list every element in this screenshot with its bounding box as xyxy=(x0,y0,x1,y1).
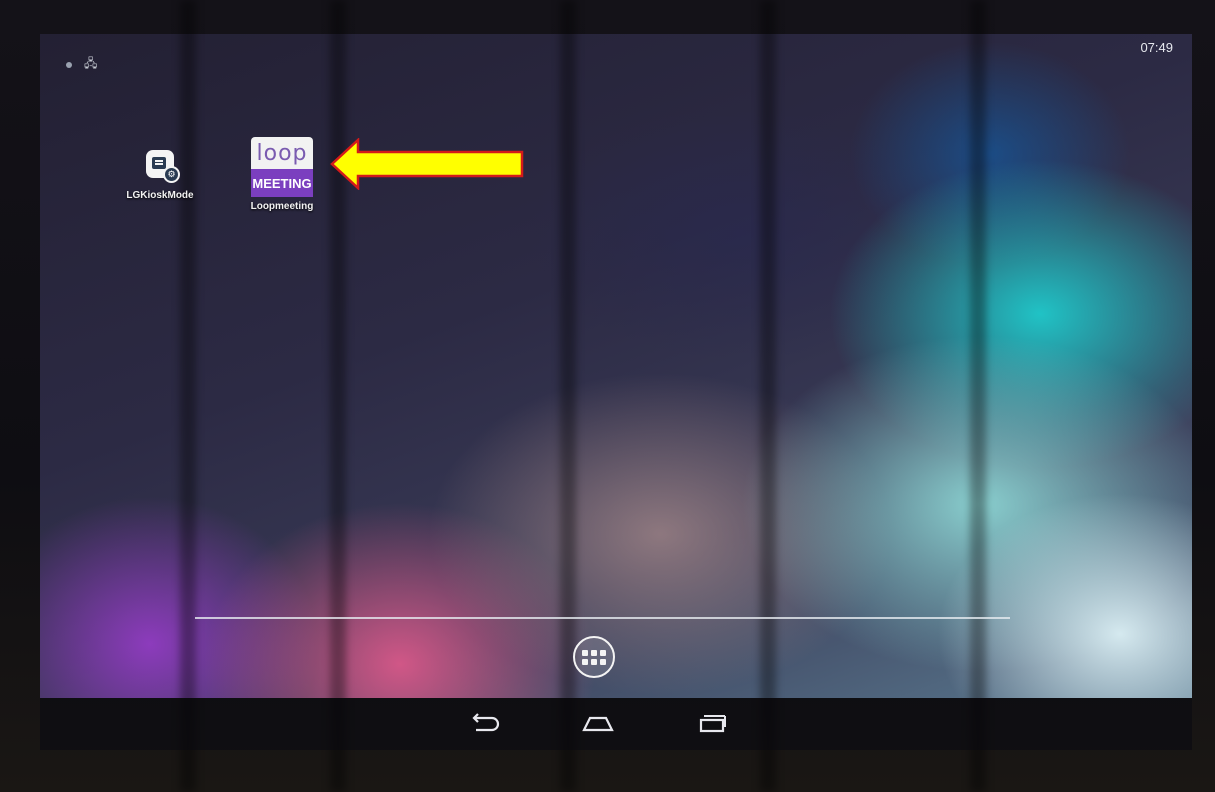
app-label: LGKioskMode xyxy=(126,190,194,201)
usb-icon: 🖧 xyxy=(84,56,98,70)
home-icon[interactable] xyxy=(578,708,618,738)
all-apps-icon[interactable] xyxy=(573,636,615,678)
app-loopmeeting[interactable]: loop MEETING Loopmeeting xyxy=(232,137,332,212)
loop-logo-text: loop xyxy=(251,137,313,169)
home-screen-wallpaper xyxy=(40,34,1192,698)
wifi-dot-icon xyxy=(66,61,72,68)
status-clock: 07:49 xyxy=(1140,40,1173,55)
kiosk-settings-icon: ⚙ xyxy=(146,150,180,183)
yellow-arrow-icon xyxy=(330,138,524,190)
app-label: Loopmeeting xyxy=(250,201,314,212)
hotseat-divider xyxy=(195,617,1010,619)
reflection-streak xyxy=(330,0,346,792)
reflection-streak xyxy=(180,0,196,792)
meeting-logo-text: MEETING xyxy=(251,169,313,197)
app-lgkioskmode[interactable]: ⚙ LGKioskMode xyxy=(110,140,210,201)
reflection-streak xyxy=(760,0,776,792)
recent-apps-icon[interactable] xyxy=(692,708,732,738)
back-icon[interactable] xyxy=(464,708,504,738)
reflection-streak xyxy=(560,0,576,792)
status-icons: 🖧 xyxy=(66,54,97,75)
reflection-streak xyxy=(970,0,986,792)
loop-meeting-icon: loop MEETING xyxy=(251,137,313,197)
